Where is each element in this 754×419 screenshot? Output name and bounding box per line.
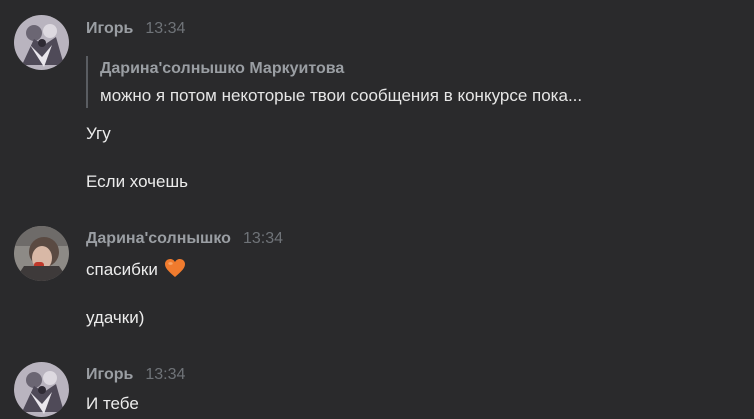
message-time: 13:34 bbox=[145, 20, 186, 37]
reply-quote[interactable]: Дарина'солнышко Маркуитова можно я потом… bbox=[86, 56, 740, 108]
chat-history: Игорь 13:34 Дарина'солнышко Маркуитова м… bbox=[0, 0, 754, 419]
message-text: спасибки bbox=[86, 258, 186, 283]
message-text: Если хочешь bbox=[86, 172, 188, 191]
avatar[interactable] bbox=[14, 362, 69, 417]
message-text: Угу bbox=[86, 124, 111, 143]
avatar[interactable] bbox=[14, 15, 69, 70]
message-header: Игорь 13:34 bbox=[86, 366, 185, 388]
message-time: 13:34 bbox=[242, 230, 283, 247]
author-name[interactable]: Игорь bbox=[86, 20, 133, 38]
message-header: Дарина'солнышко 13:34 bbox=[86, 230, 283, 252]
reply-text: можно я потом некоторые твои сообщения в… bbox=[100, 86, 583, 105]
message-text: И тебе bbox=[86, 394, 139, 413]
avatar[interactable] bbox=[14, 226, 69, 281]
author-name[interactable]: Игорь bbox=[86, 366, 133, 384]
avatar-image bbox=[14, 226, 69, 281]
avatar-image bbox=[14, 362, 69, 417]
message-text: удачки) bbox=[86, 308, 145, 327]
message-time: 13:34 bbox=[145, 366, 186, 383]
orange-heart-icon bbox=[164, 258, 186, 283]
avatar-image bbox=[14, 15, 69, 70]
author-name[interactable]: Дарина'солнышко bbox=[86, 230, 231, 248]
reply-author: Дарина'солнышко Маркуитова bbox=[100, 60, 345, 77]
message-line: спасибки bbox=[86, 260, 158, 279]
message-header: Игорь 13:34 bbox=[86, 20, 185, 42]
